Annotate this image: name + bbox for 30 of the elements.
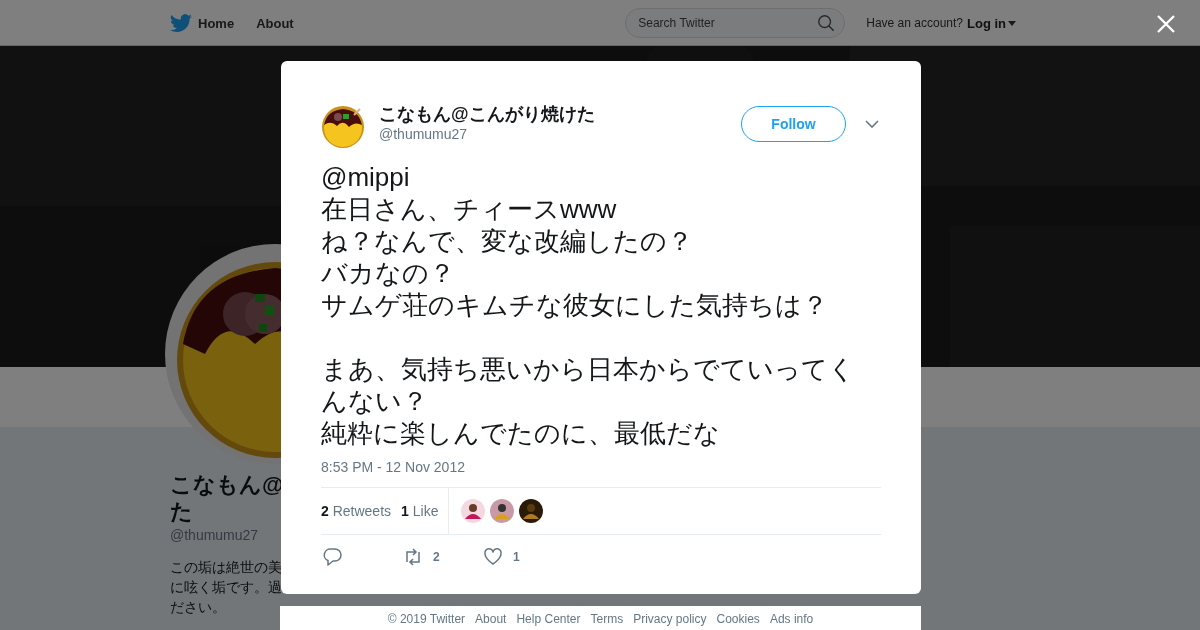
like-count: 1: [513, 550, 520, 564]
retweet-count: 2: [433, 550, 440, 564]
copyright-link[interactable]: © 2019 Twitter: [387, 612, 466, 626]
close-icon[interactable]: [1157, 15, 1175, 33]
bio-text: この垢は絶世の美: [170, 558, 282, 577]
nav-link[interactable]: Home: [198, 15, 235, 31]
account-prompt: Have an account?: [866, 16, 963, 30]
retweet-icon[interactable]: [403, 547, 423, 567]
tweet-text: 純粋に楽しんでたのに、最低だな: [321, 417, 720, 449]
profile-handle: @thumumu27: [170, 527, 259, 543]
stat-link[interactable]: 1 Like: [401, 503, 439, 519]
search-field[interactable]: Search Twitter: [625, 8, 846, 38]
tweet-text: まあ、気持ち悪いから日本からでていってくんない？: [321, 353, 856, 417]
reply-icon[interactable]: [323, 547, 343, 567]
login-link[interactable]: Log in: [967, 15, 1006, 31]
profile-name: た: [170, 498, 193, 525]
footer-link[interactable]: Ads info: [769, 612, 814, 626]
caret-icon[interactable]: [1008, 20, 1016, 26]
bio-text: に呟く垢です。過: [170, 578, 282, 597]
bio-text: ださい。: [170, 598, 226, 617]
footer-link[interactable]: Terms: [590, 612, 624, 626]
footer-link[interactable]: Cookies: [716, 612, 760, 626]
stat-link[interactable]: 2 Retweets: [321, 503, 392, 519]
footer-link[interactable]: About: [475, 612, 507, 626]
footer-link[interactable]: Privacy policy: [633, 612, 707, 626]
nav-link[interactable]: About: [256, 15, 294, 31]
timestamp[interactable]: 8:53 PM - 12 Nov 2012: [321, 459, 881, 475]
footer-link[interactable]: Help Center: [516, 612, 581, 626]
search-icon[interactable]: [817, 14, 836, 32]
heart-icon[interactable]: [483, 547, 503, 567]
